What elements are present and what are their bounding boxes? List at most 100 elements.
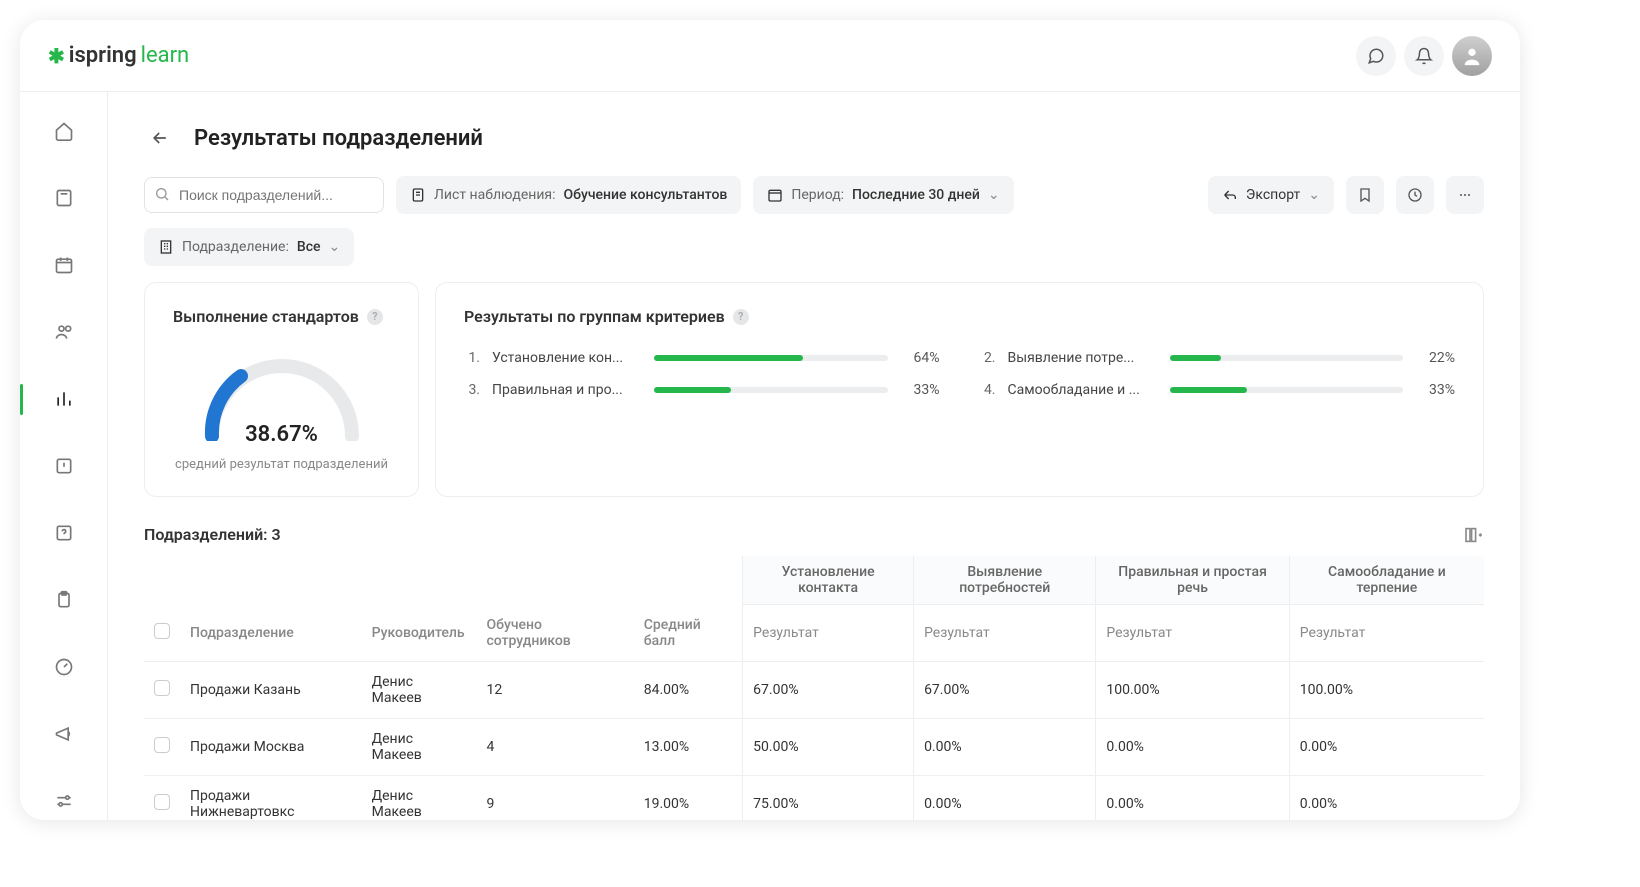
export-button[interactable]: Экспорт ⌄ [1208, 176, 1334, 214]
table-row[interactable]: Продажи НижневартовксДенис Макеев919.00%… [144, 775, 1484, 820]
cell-g1: 50.00% [743, 718, 914, 775]
sidebar-item-clipboard[interactable] [42, 580, 86, 619]
sidebar-item-reports[interactable] [42, 380, 86, 419]
gauge-percent: 38.67% [173, 422, 390, 447]
sidebar-item-archive[interactable] [42, 447, 86, 486]
bookmark-button[interactable] [1346, 176, 1384, 214]
criteria-progress [1170, 355, 1404, 361]
page-title: Результаты подразделений [194, 126, 483, 151]
search-icon [154, 186, 170, 202]
arrow-left-icon [150, 128, 170, 148]
criteria-label: Выявление потре... [1008, 350, 1158, 366]
gauge-icon [54, 657, 74, 677]
criteria-number: 3. [464, 382, 480, 398]
filter-period[interactable]: Период: Последние 30 дней ⌄ [753, 176, 1013, 214]
topbar: ✱ ispring learn [20, 20, 1520, 92]
search-input[interactable] [144, 177, 384, 213]
help-icon [54, 523, 74, 543]
filter-period-label: Период: [791, 187, 844, 203]
cell-unit: Продажи Москва [180, 718, 362, 775]
group-header-1: Установление контакта [743, 556, 914, 605]
criteria-title: Результаты по группам критериев [464, 307, 725, 326]
filter-sheet-value: Обучение консультантов [563, 187, 727, 203]
criteria-number: 2. [980, 350, 996, 366]
columns-config-button[interactable] [1464, 527, 1484, 543]
table-row[interactable]: Продажи КазаньДенис Макеев1284.00%67.00%… [144, 661, 1484, 718]
gauge-subtitle: средний результат подразделений [173, 457, 390, 472]
group-header-3: Правильная и простая речь [1096, 556, 1289, 605]
group-header-4: Самообладание и терпение [1289, 556, 1484, 605]
select-all-checkbox[interactable] [154, 623, 170, 639]
history-button[interactable] [1396, 176, 1434, 214]
clock-icon [1407, 187, 1423, 203]
calendar-small-icon [767, 187, 783, 203]
cell-g2: 0.00% [914, 775, 1096, 820]
back-button[interactable] [144, 122, 176, 154]
criteria-row: 4.Самообладание и ...33% [980, 382, 1456, 398]
col-manager[interactable]: Руководитель [362, 605, 477, 662]
calendar-icon [54, 255, 74, 275]
sidebar-item-announce[interactable] [42, 714, 86, 753]
filter-sheet-label: Лист наблюдения: [434, 187, 555, 203]
chat-icon [1367, 47, 1385, 65]
logo[interactable]: ✱ ispring learn [48, 43, 189, 68]
criteria-number: 4. [980, 382, 996, 398]
col-trained[interactable]: Обучено сотрудников [476, 605, 633, 662]
results-table: Установление контакта Выявление потребно… [144, 556, 1484, 820]
export-label: Экспорт [1246, 187, 1300, 203]
avatar[interactable] [1452, 36, 1492, 76]
col-result-3[interactable]: Результат [1096, 605, 1289, 662]
sidebar-item-calendar[interactable] [42, 246, 86, 285]
table-row[interactable]: Продажи МоскваДенис Макеев413.00%50.00%0… [144, 718, 1484, 775]
criteria-row: 1.Установление кон...64% [464, 350, 940, 366]
col-result-1[interactable]: Результат [743, 605, 914, 662]
col-avg[interactable]: Средний балл [634, 605, 743, 662]
criteria-label: Правильная и про... [492, 382, 642, 398]
sidebar-item-settings[interactable] [42, 781, 86, 820]
search-input-wrap [144, 177, 384, 213]
cell-unit: Продажи Нижневартовкс [180, 775, 362, 820]
chat-button[interactable] [1356, 36, 1396, 76]
sidebar-item-help[interactable] [42, 513, 86, 552]
criteria-percent: 22% [1415, 350, 1455, 366]
criteria-progress [1170, 387, 1404, 393]
chart-icon [54, 389, 74, 409]
filter-unit[interactable]: Подразделение: Все ⌄ [144, 228, 354, 266]
table-count: Подразделений: 3 [144, 525, 281, 544]
row-checkbox[interactable] [154, 680, 170, 696]
criteria-row: 2. Выявление потре... 22% [980, 350, 1456, 366]
col-result-2[interactable]: Результат [914, 605, 1096, 662]
help-tooltip-icon[interactable]: ? [733, 309, 749, 325]
users-icon [54, 322, 74, 342]
row-checkbox[interactable] [154, 794, 170, 810]
criteria-label: Самообладание и ... [1008, 382, 1158, 398]
bookmark-icon [1357, 187, 1373, 203]
cell-manager: Денис Макеев [362, 718, 477, 775]
col-result-4[interactable]: Результат [1289, 605, 1484, 662]
toolbar: Лист наблюдения: Обучение консультантов … [144, 176, 1484, 214]
cell-g3: 100.00% [1096, 661, 1289, 718]
gauge-card: Выполнение стандартов ? 38.67% средний р… [144, 282, 419, 497]
sidebar-item-users[interactable] [42, 313, 86, 352]
more-button[interactable] [1446, 176, 1484, 214]
notifications-button[interactable] [1404, 36, 1444, 76]
columns-icon [1464, 527, 1484, 543]
filter-period-value: Последние 30 дней [852, 187, 980, 203]
criteria-row: 3.Правильная и про...33% [464, 382, 940, 398]
book-icon [54, 188, 74, 208]
help-tooltip-icon[interactable]: ? [367, 309, 383, 325]
group-header-2: Выявление потребностей [914, 556, 1096, 605]
sidebar-item-courses[interactable] [42, 179, 86, 218]
sliders-icon [54, 791, 74, 811]
cell-manager: Денис Макеев [362, 775, 477, 820]
sidebar-item-home[interactable] [42, 112, 86, 151]
cell-g3: 0.00% [1096, 775, 1289, 820]
chevron-down-icon: ⌄ [329, 239, 341, 255]
col-unit[interactable]: Подразделение [180, 605, 362, 662]
row-checkbox[interactable] [154, 737, 170, 753]
filter-observation-sheet[interactable]: Лист наблюдения: Обучение консультантов [396, 176, 741, 214]
main-content: Результаты подразделений Лист наблюдения… [108, 92, 1520, 820]
cell-g1: 67.00% [743, 661, 914, 718]
cell-g4: 0.00% [1289, 775, 1484, 820]
sidebar-item-gauge[interactable] [42, 647, 86, 686]
